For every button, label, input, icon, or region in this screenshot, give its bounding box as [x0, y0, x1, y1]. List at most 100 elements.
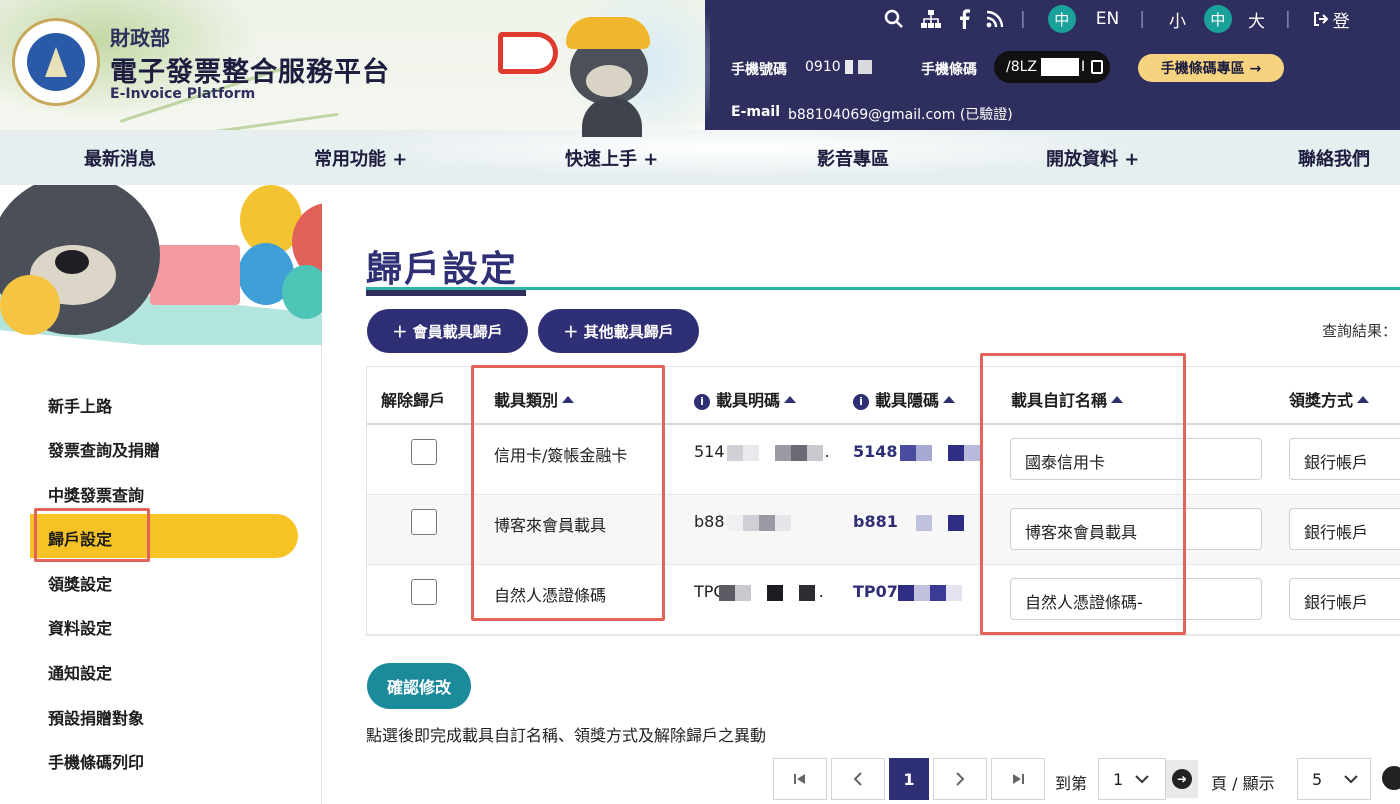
next-page-button[interactable] — [933, 758, 987, 800]
balloon-decoration — [282, 265, 322, 319]
sort-up-icon[interactable] — [943, 396, 956, 403]
confirm-changes-button[interactable]: 確認修改 — [367, 663, 471, 709]
email-value: b88104069@gmail.com (已驗證) — [788, 107, 1013, 123]
sitemap-icon[interactable] — [920, 9, 942, 29]
go-page-button[interactable]: ➜ — [1166, 760, 1198, 798]
rss-icon[interactable] — [986, 10, 1004, 28]
page-size-value: 5 — [1312, 769, 1323, 789]
search-icon[interactable] — [884, 9, 904, 29]
header-carrier-visible-code[interactable]: i 載具明碼 — [694, 387, 797, 411]
carrier-hidden-code-cell: b881 — [853, 512, 964, 531]
nav-item-quick-start[interactable]: 快速上手 + — [565, 145, 658, 171]
email-label: E-mail — [731, 104, 781, 120]
page-number-button[interactable]: 1 — [889, 758, 929, 800]
chevron-left-icon — [853, 772, 862, 786]
nav-item-common-functions[interactable]: 常用功能 + — [314, 145, 407, 171]
login-link[interactable]: 登 — [1333, 7, 1350, 32]
annotation-box-sidebar — [34, 508, 150, 562]
divider: | — [1020, 9, 1026, 29]
utility-bar: | 中 EN | 小 中 大 | 登 — [884, 5, 1350, 33]
sidebar-item-barcode-print[interactable]: 手機條碼列印 — [48, 749, 144, 773]
goto-page-value: 1 — [1113, 769, 1124, 789]
header-award-method[interactable]: 領獎方式 — [1289, 387, 1370, 411]
ministry-name: 財政部 — [110, 26, 170, 50]
bear-hand — [0, 275, 60, 335]
annotation-box-carrier-type — [471, 365, 665, 621]
carrier-visible-code-cell: 514. — [694, 442, 830, 461]
mobile-barcode-display: /8LZ I — [994, 51, 1110, 83]
sidebar-illustration — [0, 185, 322, 345]
first-page-button[interactable] — [773, 758, 827, 800]
site-name[interactable]: 電子發票整合服務平台 — [110, 50, 390, 89]
sidebar-item-notification-settings[interactable]: 通知設定 — [48, 660, 112, 684]
header-carrier-hidden-code[interactable]: i 載具隱碼 — [853, 387, 956, 411]
last-page-button[interactable] — [991, 758, 1045, 800]
goto-page-select[interactable]: 1 — [1098, 758, 1166, 800]
nav-item-media[interactable]: 影音專區 — [817, 145, 889, 171]
confirm-hint-text: 點選後即完成載具自訂名稱、領獎方式及解除歸戶之異動 — [366, 726, 767, 745]
sidebar-item-data-settings[interactable]: 資料設定 — [48, 615, 112, 639]
page-size-label: 頁 / 顯示 — [1211, 774, 1275, 793]
sidebar-item-winning-invoice-query[interactable]: 中獎發票查詢 — [48, 482, 144, 506]
lang-zh-button[interactable]: 中 — [1047, 5, 1076, 33]
font-large-button[interactable]: 大 — [1248, 7, 1265, 32]
copy-icon[interactable] — [1091, 60, 1104, 74]
sidebar-item-getting-started[interactable]: 新手上路 — [48, 393, 112, 417]
sidebar-item-default-donation[interactable]: 預設捐贈對象 — [48, 705, 144, 729]
unlink-checkbox[interactable] — [411, 509, 437, 535]
carrier-visible-code-cell: b88 — [694, 512, 791, 531]
facebook-icon[interactable] — [958, 9, 970, 29]
sidebar-item-award-settings[interactable]: 領獎設定 — [48, 571, 112, 595]
header-unlink: 解除歸戶 — [381, 391, 446, 410]
megaphone-illustration — [488, 28, 568, 78]
phone-label: 手機號碼 — [731, 62, 787, 78]
add-other-carrier-button[interactable]: ＋ 其他載具歸戶 — [538, 309, 699, 353]
nav-item-open-data[interactable]: 開放資料 + — [1046, 145, 1139, 171]
site-name-en: E-Invoice Platform — [110, 86, 256, 102]
lang-en-button[interactable]: EN — [1096, 9, 1119, 29]
carrier-visible-code-cell: TPC. — [694, 582, 824, 601]
divider: | — [1139, 9, 1145, 29]
info-icon[interactable]: i — [694, 393, 710, 410]
bear-nose — [55, 250, 89, 274]
award-method-select[interactable]: 銀行帳戶 — [1289, 438, 1400, 480]
nav-item-contact[interactable]: 聯絡我們 — [1298, 145, 1370, 171]
first-page-icon — [794, 774, 805, 784]
chevron-down-icon — [1135, 775, 1149, 784]
annotation-box-custom-name — [980, 353, 1186, 635]
carrier-hidden-code-cell: 5148 — [853, 442, 980, 461]
phone-value: 0910 — [805, 59, 872, 75]
sidebar-item-invoice-query-donation[interactable]: 發票查詢及捐贈 — [48, 437, 160, 461]
page-size-go-icon[interactable] — [1382, 766, 1400, 790]
bear-mascot-illustration — [560, 5, 700, 137]
add-member-carrier-button[interactable]: ＋ 會員載具歸戶 — [367, 309, 528, 353]
barcode-label: 手機條碼 — [921, 62, 977, 78]
font-medium-button[interactable]: 中 — [1203, 5, 1232, 33]
page-title: 歸戶設定 — [366, 249, 519, 290]
carrier-hidden-code-cell: TP07 — [853, 582, 962, 601]
login-icon[interactable] — [1313, 11, 1329, 27]
page-size-select[interactable]: 5 — [1297, 758, 1371, 800]
query-result-label: 查詢結果： — [1322, 322, 1398, 340]
nav-item-news[interactable]: 最新消息 — [84, 145, 156, 171]
prev-page-button[interactable] — [831, 758, 885, 800]
sort-up-icon[interactable] — [1357, 396, 1370, 403]
award-method-select[interactable]: 銀行帳戶 — [1289, 508, 1400, 550]
info-icon[interactable]: i — [853, 393, 869, 410]
goto-label: 到第 — [1055, 774, 1088, 793]
unlink-checkbox[interactable] — [411, 579, 437, 605]
ministry-logo[interactable] — [12, 18, 100, 106]
arrow-right-icon: ➜ — [1172, 769, 1192, 789]
title-divider-accent — [366, 290, 526, 296]
site-header: 財政部 電子發票整合服務平台 E-Invoice Platform | 中 EN… — [0, 0, 1400, 185]
unlink-checkbox[interactable] — [411, 439, 437, 465]
mobile-barcode-zone-button[interactable]: 手機條碼專區 → — [1138, 54, 1284, 82]
sort-up-icon[interactable] — [784, 396, 797, 403]
divider: | — [1284, 9, 1291, 29]
chevron-down-icon — [1344, 775, 1358, 784]
gift-box-decoration — [150, 245, 240, 305]
font-small-button[interactable]: 小 — [1169, 7, 1186, 32]
award-method-select[interactable]: 銀行帳戶 — [1289, 578, 1400, 620]
chevron-right-icon — [956, 772, 965, 786]
main-nav: 最新消息 常用功能 + 快速上手 + 影音專區 開放資料 + 聯絡我們 — [0, 145, 1400, 171]
